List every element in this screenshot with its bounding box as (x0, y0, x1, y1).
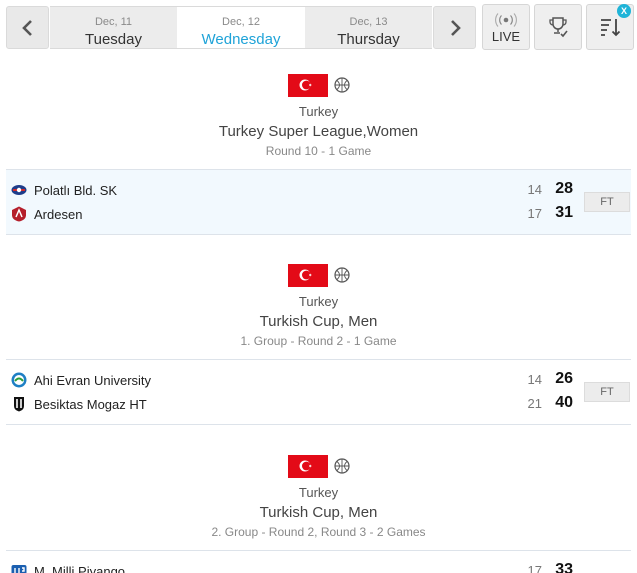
status-badge: FT (584, 382, 630, 402)
flag-row (0, 263, 637, 287)
day-name: Wednesday (201, 31, 281, 48)
league-header: Turkey Turkish Cup, Men 1. Group - Round… (0, 263, 637, 348)
home-score: 26 (555, 370, 573, 387)
handball-icon (333, 77, 350, 93)
leagues-filter-button[interactable] (534, 4, 582, 50)
live-broadcast-icon (495, 13, 517, 27)
league-header: Turkey Turkey Super League,Women Round 1… (0, 73, 637, 158)
turkey-flag-icon (287, 454, 328, 478)
team-name: Ardesen (34, 206, 83, 222)
away-halftime-score: 17 (527, 206, 542, 221)
day-date: Dec, 11 (94, 16, 133, 28)
league-name[interactable]: Turkish Cup, Men (0, 313, 637, 331)
round-info: 2. Group - Round 2, Round 3 - 2 Games (211, 525, 426, 539)
turkey-flag-icon (287, 73, 328, 97)
sort-list-icon (601, 19, 621, 37)
day-tab-tuesday[interactable]: Dec, 11 Tuesday (50, 6, 177, 49)
country-name: Turkey (298, 104, 339, 119)
team-name: M. Milli Piyango (34, 563, 126, 573)
match-row[interactable]: Ahi Evran University Besiktas Mogaz HT 1… (6, 359, 631, 425)
country-name: Turkey (298, 485, 339, 500)
chevron-right-icon (450, 19, 461, 36)
trophy-check-icon (549, 17, 568, 38)
away-score: 31 (555, 204, 573, 221)
away-score: 40 (555, 394, 573, 411)
previous-day-button[interactable] (6, 6, 49, 49)
home-team: Polatlı Bld. SK (11, 180, 117, 200)
home-team: Ahi Evran University (11, 370, 151, 390)
day-name: Thursday (337, 31, 400, 48)
flag-row (0, 73, 637, 97)
home-halftime-score: 14 (527, 372, 542, 387)
handball-icon (333, 267, 350, 283)
status-badge: FT (584, 192, 630, 212)
live-filter-button[interactable]: LIVE (482, 4, 530, 50)
chevron-left-icon (21, 19, 32, 36)
country-name: Turkey (298, 294, 339, 309)
league-section: Turkey Turkish Cup, Men 2. Group - Round… (0, 454, 637, 539)
live-label: LIVE (491, 29, 521, 44)
day-date: Dec, 12 (222, 16, 260, 28)
away-halftime-score: 21 (527, 396, 542, 411)
home-score: 28 (555, 180, 573, 197)
day-date: Dec, 13 (349, 16, 388, 28)
day-tab-wednesday[interactable]: Dec, 12 Wednesday (177, 6, 305, 49)
home-halftime-score: 14 (527, 182, 542, 197)
date-toolbar: Dec, 11 Tuesday Dec, 12 Wednesday Dec, 1… (0, 0, 637, 56)
league-name[interactable]: Turkish Cup, Men (0, 504, 637, 522)
flag-row (0, 454, 637, 478)
handball-icon (333, 458, 350, 474)
close-badge-icon[interactable]: X (617, 4, 631, 18)
team-name: Polatlı Bld. SK (34, 182, 118, 198)
league-name[interactable]: Turkey Super League,Women (0, 123, 637, 141)
team-name: Ahi Evran University (34, 372, 152, 388)
league-section: Turkey Turkish Cup, Men 1. Group - Round… (0, 263, 637, 348)
besiktas-logo-icon (14, 397, 24, 412)
home-team: M. Milli Piyango (11, 561, 125, 573)
match-row[interactable]: Polatlı Bld. SK Ardesen 14 28 17 31 FT (6, 169, 631, 235)
home-halftime-score: 17 (527, 563, 542, 573)
away-team: Ardesen (11, 204, 82, 224)
sort-button[interactable]: X (586, 4, 634, 50)
polatli-logo-icon (11, 185, 27, 195)
day-strip: Dec, 11 Tuesday Dec, 12 Wednesday Dec, 1… (50, 6, 432, 49)
next-day-button[interactable] (433, 6, 476, 49)
ardesen-logo-icon (12, 206, 26, 222)
round-info: Round 10 - 1 Game (265, 144, 372, 158)
team-name: Besiktas Mogaz HT (34, 396, 147, 412)
round-info: 1. Group - Round 2 - 1 Game (240, 334, 397, 348)
league-section: Turkey Turkey Super League,Women Round 1… (0, 73, 637, 158)
day-name: Tuesday (85, 31, 142, 48)
away-team: Besiktas Mogaz HT (11, 394, 147, 414)
turkey-flag-icon (287, 263, 328, 287)
match-row[interactable]: M. Milli Piyango 17 33 (6, 550, 631, 573)
milli-piyango-logo-icon (11, 565, 27, 573)
ahi-evran-logo-icon (11, 372, 27, 388)
home-score: 33 (555, 561, 573, 573)
day-tab-thursday[interactable]: Dec, 13 Thursday (305, 6, 432, 49)
league-header: Turkey Turkish Cup, Men 2. Group - Round… (0, 454, 637, 539)
